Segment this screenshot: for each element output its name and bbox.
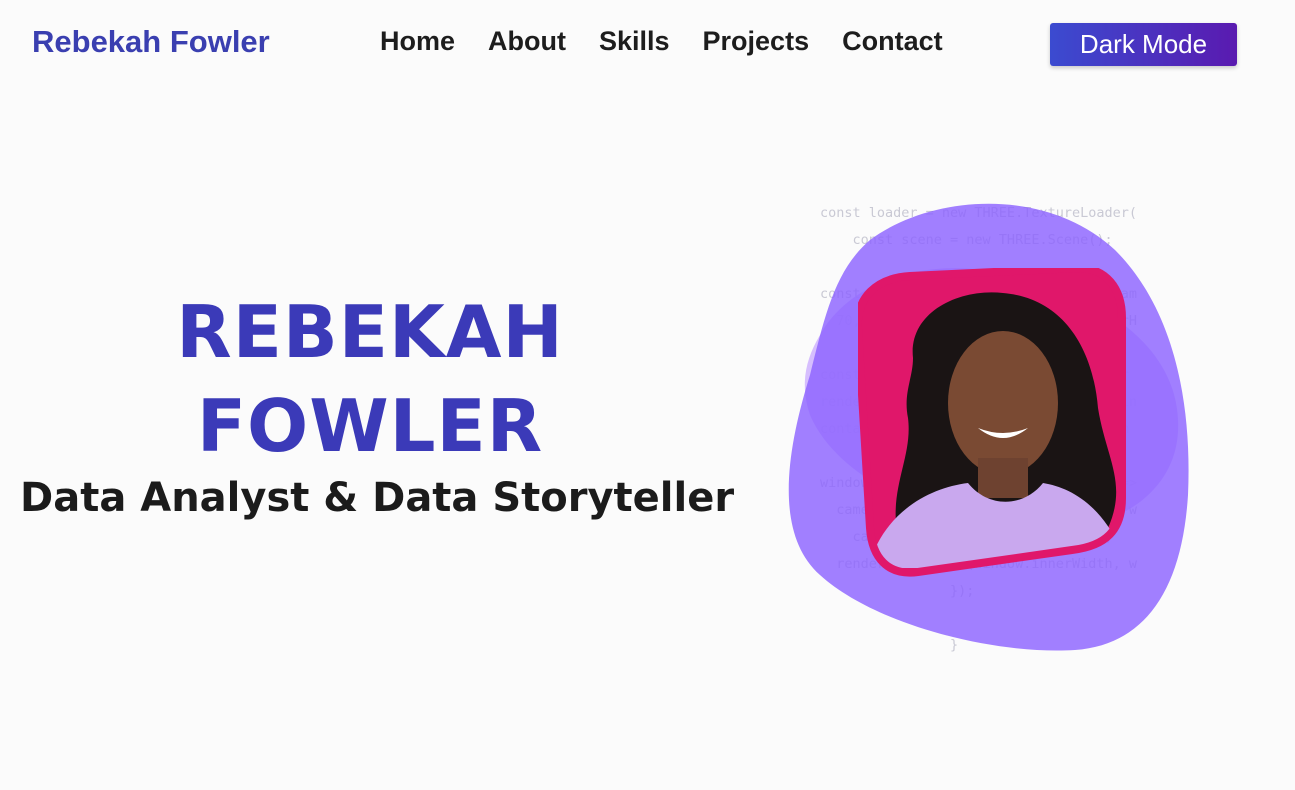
nav-link-projects[interactable]: Projects xyxy=(703,26,810,56)
nav-item-about: About xyxy=(488,26,566,57)
hero-subtitle: Data Analyst & Data Storyteller xyxy=(20,475,735,521)
nav-item-contact: Contact xyxy=(842,26,943,57)
dark-mode-button[interactable]: Dark Mode xyxy=(1050,23,1237,66)
profile-photo xyxy=(858,268,1126,577)
nav-item-projects: Projects xyxy=(703,26,810,57)
brand-logo-link[interactable]: Rebekah Fowler xyxy=(32,24,270,60)
nav-link-home[interactable]: Home xyxy=(380,26,455,56)
hero-text: REBEKAH FOWLER Data Analyst & Data Story… xyxy=(20,285,735,521)
face-shape xyxy=(948,331,1058,475)
hero-name-line1: REBEKAH xyxy=(176,290,564,374)
neck-shape xyxy=(978,458,1028,498)
navbar: Rebekah Fowler Home About Skills Project… xyxy=(0,0,1295,90)
nav-link-skills[interactable]: Skills xyxy=(599,26,670,56)
nav-links: Home About Skills Projects Contact xyxy=(380,26,943,57)
nav-link-about[interactable]: About xyxy=(488,26,566,56)
nav-link-contact[interactable]: Contact xyxy=(842,26,943,56)
hero-name-line2: FOWLER xyxy=(196,384,544,468)
nav-item-home: Home xyxy=(380,26,455,57)
nav-item-skills: Skills xyxy=(599,26,670,57)
